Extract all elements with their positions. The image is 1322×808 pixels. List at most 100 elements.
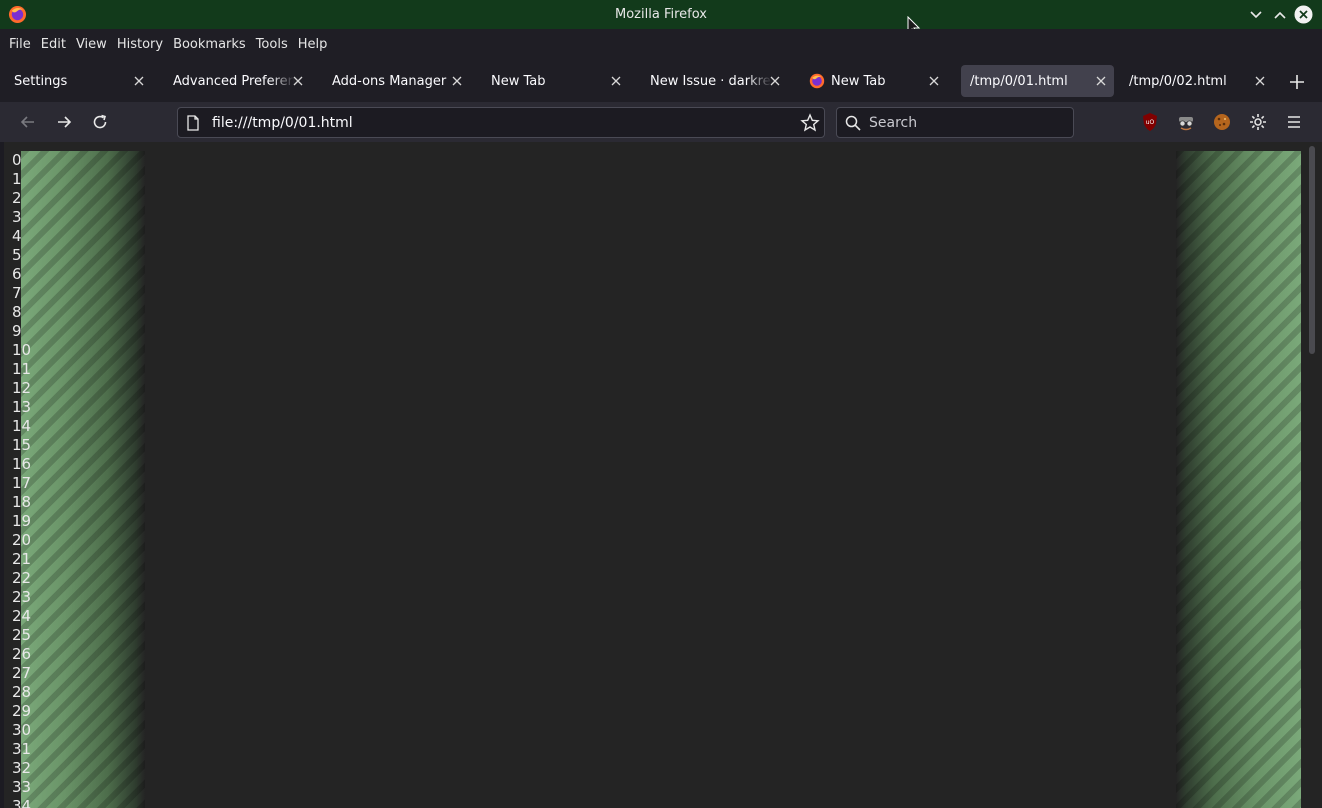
line-number: 11 [12,360,32,378]
line-number: 32 [12,759,32,777]
page-content: 0 1 2 3 4 5 6 7 8 9 10 11 12 13 14 15 16 17 18 19 20 21 22 23 24… [4,142,1322,808]
close-icon[interactable] [609,74,623,88]
tab-bar: Settings Advanced Preferences Add-ons Ma… [0,60,1322,102]
firefox-icon [809,73,825,89]
line-number: 22 [12,569,32,587]
line-number: 2 [12,189,22,207]
tab-label: Add-ons Manager [332,73,447,89]
chevron-up-icon [1273,11,1286,19]
svg-text:uO: uO [1146,119,1155,126]
line-number: 34 [12,797,32,808]
tab-new-issue[interactable]: New Issue · darkreader [637,65,788,97]
tab-label: Settings [14,73,68,89]
left-stripe-pattern [21,151,145,808]
tab-label: New Tab [491,73,546,89]
line-number: 14 [12,417,32,435]
back-arrow-icon[interactable] [18,112,38,132]
menu-edit[interactable]: Edit [36,37,71,52]
line-number: 31 [12,740,32,758]
line-number: 16 [12,455,32,473]
close-icon[interactable] [1253,74,1267,88]
tab-label: /tmp/0/02.html [1129,73,1227,89]
line-number: 27 [12,664,32,682]
new-tab-plus-icon[interactable] [1286,71,1308,93]
line-number: 23 [12,588,32,606]
window-titlebar: Mozilla Firefox [0,0,1322,37]
line-number: 29 [12,702,32,720]
close-window-button[interactable] [1294,5,1313,24]
line-number: 7 [12,284,22,302]
close-circle-icon [1294,5,1313,24]
line-number: 6 [12,265,22,283]
line-number: 25 [12,626,32,644]
line-number: 0 [12,151,22,169]
tab-label: /tmp/0/01.html [970,73,1068,89]
line-number: 20 [12,531,32,549]
line-number: 33 [12,778,32,796]
navigation-toolbar: uO [0,102,1322,142]
window-title: Mozilla Firefox [615,7,707,22]
firefox-icon [8,5,27,24]
search-input[interactable] [867,114,1071,132]
line-number: 8 [12,303,22,321]
menu-tools[interactable]: Tools [251,37,293,52]
url-bar[interactable] [177,107,825,138]
line-number: 30 [12,721,32,739]
menu-file[interactable]: File [4,37,36,52]
close-icon[interactable] [450,74,464,88]
right-stripe-pattern [1176,151,1301,808]
line-number: 4 [12,227,22,245]
url-input[interactable] [210,114,794,132]
ublock-origin-icon[interactable]: uO [1140,112,1160,132]
hamburger-menu-icon[interactable] [1284,112,1304,132]
tab-label: New Issue · darkreader [650,73,772,89]
cookie-icon[interactable] [1212,112,1232,132]
tab-new-tab[interactable]: New Tab [478,65,629,97]
vertical-scrollbar[interactable] [1309,146,1315,354]
line-number: 5 [12,246,22,264]
close-icon[interactable] [132,74,146,88]
tab-tmp-01-active[interactable]: /tmp/0/01.html [961,65,1114,97]
line-number: 26 [12,645,32,663]
line-number: 21 [12,550,32,568]
tab-label: New Tab [831,73,886,89]
page-icon [187,115,199,131]
dark-reader-icon[interactable] [1176,112,1196,132]
tab-new-tab-firefox[interactable]: New Tab [796,65,947,97]
line-number: 28 [12,683,32,701]
forward-arrow-icon[interactable] [54,112,74,132]
menu-view[interactable]: View [71,37,112,52]
tab-addons-manager[interactable]: Add-ons Manager [319,65,470,97]
gear-icon[interactable] [1248,112,1268,132]
close-icon[interactable] [291,74,305,88]
line-numbers: 0 1 2 3 4 5 6 7 8 9 10 11 12 13 14 15 16 17 18 19 20 21 22 23 24… [12,151,31,808]
tab-tmp-02[interactable]: /tmp/0/02.html [1120,65,1273,97]
minimize-button[interactable] [1246,5,1265,24]
menu-bookmarks[interactable]: Bookmarks [168,37,251,52]
reload-icon[interactable] [90,112,110,132]
line-number: 10 [12,341,32,359]
line-number: 24 [12,607,32,625]
line-number: 13 [12,398,32,416]
maximize-button[interactable] [1270,5,1289,24]
close-icon[interactable] [1094,74,1108,88]
line-number: 17 [12,474,32,492]
menu-bar: File Edit View History Bookmarks Tools H… [0,29,1322,60]
search-bar[interactable] [836,107,1074,138]
search-icon [845,115,861,131]
tab-settings[interactable]: Settings [1,65,152,97]
tab-label: Advanced Preferences [173,73,295,89]
menu-help[interactable]: Help [293,37,333,52]
line-number: 9 [12,322,22,340]
line-number: 12 [12,379,32,397]
bookmark-star-icon[interactable] [800,113,820,133]
menu-history[interactable]: History [112,37,168,52]
chevron-down-icon [1249,10,1262,18]
tab-advanced-preferences[interactable]: Advanced Preferences [160,65,311,97]
close-icon[interactable] [927,74,941,88]
line-number: 1 [12,170,22,188]
line-number: 19 [12,512,32,530]
close-icon[interactable] [768,74,782,88]
line-number: 15 [12,436,32,454]
line-number: 18 [12,493,32,511]
